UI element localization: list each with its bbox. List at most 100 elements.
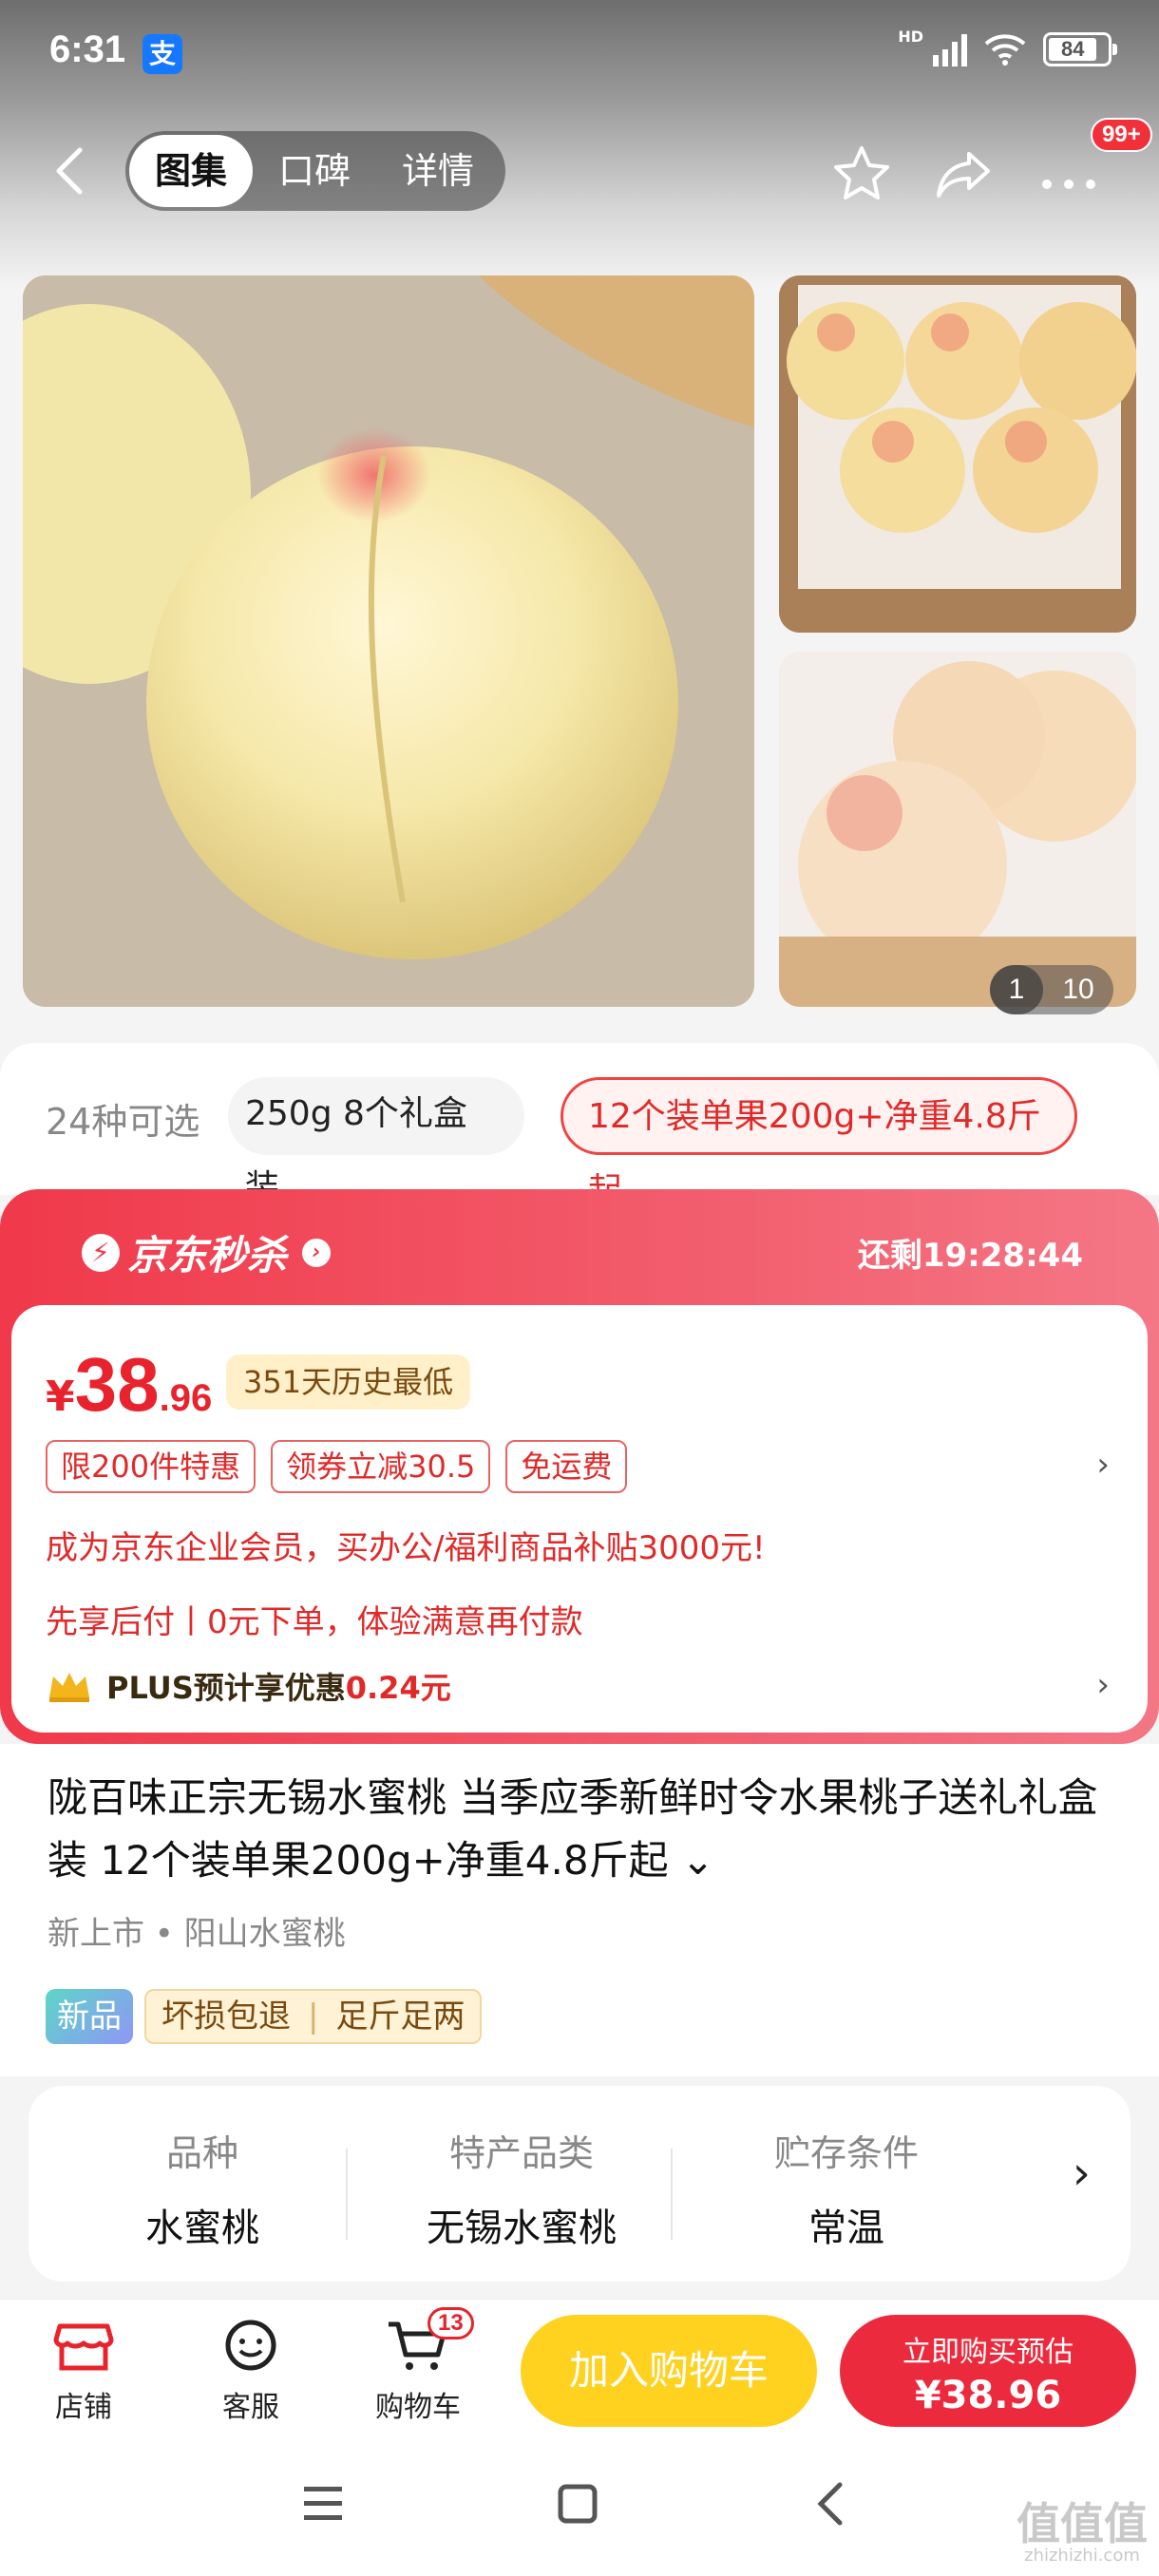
battery-icon: 84 [1043, 32, 1117, 66]
add-to-cart-button[interactable]: 加入购物车 [521, 2315, 817, 2427]
gallery-thumbnail-box[interactable] [779, 275, 1136, 633]
variant-selector: 24种可选 250g 8个礼盒装 12个装单果200g+净重4.8斤起 [0, 1043, 1159, 1210]
divider: | [308, 1998, 319, 2036]
main-product-image[interactable] [23, 275, 754, 1007]
top-nav: 图集 口碑 详情 99+ [0, 118, 1159, 218]
share-icon[interactable] [931, 141, 998, 207]
signal-icon [933, 32, 967, 66]
history-low-tag: 351天历史最低 [226, 1354, 471, 1410]
price: ¥38.96 [46, 1341, 212, 1429]
section-tabs: 图集 口碑 详情 [125, 131, 505, 211]
crown-icon [49, 1673, 89, 1702]
attribute-key: 特产品类 [448, 2132, 594, 2174]
back-icon[interactable] [811, 2479, 849, 2529]
pager-current: 1 [990, 965, 1043, 1014]
flash-sale-logo[interactable]: ⚡ 京东秒杀 › [82, 1223, 332, 1281]
customer-service-button[interactable]: 客服 [194, 2317, 308, 2425]
service-guarantee[interactable]: 坏损包退 | 足斤足两 [144, 1989, 483, 2044]
plus-amount: 0.24元 [345, 1670, 451, 1706]
attribute-value: 常温 [808, 2207, 884, 2250]
buy-now-button[interactable]: 立即购买预估 ¥38.96 [840, 2315, 1136, 2427]
customer-service-label: 客服 [222, 2391, 279, 2424]
price-symbol: ¥ [46, 1373, 75, 1421]
price-card: ¥38.96 351天历史最低 限200件特惠 领券立减30.5 免运费 › 成… [11, 1305, 1148, 1733]
gallery-pager: 1 10 [990, 965, 1113, 1014]
enterprise-promo[interactable]: 成为京东企业会员，买办公/福利商品补贴3000元! [46, 1522, 766, 1568]
tab-reviews[interactable]: 口碑 [253, 135, 376, 207]
product-title-text: 陇百味正宗无锡水蜜桃 当季应季新鲜时令水果桃子送礼礼盒装 12个装单果200g+… [48, 1774, 1098, 1884]
star-icon[interactable] [828, 141, 895, 207]
back-arrow-icon[interactable] [48, 144, 95, 198]
flash-sale-title: 京东秒杀 [127, 1232, 288, 1279]
message-badge: 99+ [1091, 118, 1152, 152]
variant-option-selected[interactable]: 12个装单果200g+净重4.8斤起 [560, 1077, 1077, 1210]
promo-tags[interactable]: 限200件特惠 领券立减30.5 免运费 [46, 1440, 628, 1493]
watermark-text: 值值值 [1016, 2498, 1148, 2549]
status-time: 6:31 [49, 28, 126, 70]
attribute-value: 水蜜桃 [145, 2207, 259, 2250]
tab-details[interactable]: 详情 [376, 135, 500, 207]
new-badge: 新品 [46, 1989, 133, 2044]
lightning-icon: ⚡ [82, 1233, 120, 1272]
buy-now-label: 立即购买预估 [902, 2336, 1074, 2369]
price-integer: 38 [74, 1342, 160, 1427]
cart-count-badge: 13 [428, 2307, 474, 2339]
price-decimal: .96 [159, 1377, 213, 1419]
chevron-right-icon[interactable]: › [1096, 1666, 1110, 1704]
menu-icon[interactable] [300, 2483, 346, 2525]
status-bar: 6:31 支 HD 84 [0, 0, 1159, 104]
cart-label: 购物车 [375, 2391, 461, 2424]
store-icon [53, 2323, 114, 2371]
product-attributes[interactable]: 品种 水蜜桃 特产品类 无锡水蜜桃 贮存条件 常温 › [28, 2086, 1130, 2282]
chat-face-icon [225, 2320, 276, 2371]
attribute-variety: 品种 水蜜桃 [46, 2124, 359, 2252]
chevron-right-icon: › [302, 1238, 332, 1267]
peach-closeup-photo [779, 652, 1136, 1007]
system-nav-bar: 值值值 zhizhizhi.com [0, 2443, 1159, 2576]
store-button[interactable]: 店铺 [27, 2317, 141, 2425]
free-shipping-tag: 免运费 [505, 1440, 628, 1493]
attribute-value: 无锡水蜜桃 [427, 2207, 617, 2250]
battery-level: 84 [1049, 38, 1097, 61]
pager-total: 10 [1062, 974, 1094, 1005]
attribute-key: 品种 [165, 2132, 238, 2174]
countdown-timer: 还剩19:28:44 [857, 1237, 1083, 1275]
flash-sale-panel: ⚡ 京东秒杀 › 还剩19:28:44 ¥38.96 351天历史最低 限200… [0, 1189, 1159, 1744]
service-chips: 新品 坏损包退 | 足斤足两 [46, 1989, 483, 2044]
product-subtitle: 新上市 • 阳山水蜜桃 [48, 1915, 346, 1953]
attribute-key: 贮存条件 [773, 2132, 919, 2174]
attribute-category: 特产品类 无锡水蜜桃 [365, 2124, 678, 2252]
tab-gallery[interactable]: 图集 [129, 135, 253, 207]
watermark-url: zhizhizhi.com [1024, 2546, 1140, 2566]
chevron-right-icon[interactable]: › [1096, 1446, 1110, 1484]
alipay-icon: 支 [142, 34, 182, 74]
cart-button[interactable]: 购物车 13 [361, 2307, 475, 2425]
coupon-tag: 领券立减30.5 [271, 1440, 491, 1493]
plus-label: PLUS预计享优惠 [106, 1670, 346, 1706]
promo-tag: 限200件特惠 [46, 1440, 256, 1493]
more-icon[interactable] [1036, 141, 1102, 207]
product-title[interactable]: 陇百味正宗无锡水蜜桃 当季应季新鲜时令水果桃子送礼礼盒装 12个装单果200g+… [48, 1767, 1121, 1892]
bottom-action-bar: 店铺 客服 购物车 13 加入购物车 立即购买预估 ¥38.96 [0, 2299, 1159, 2443]
chevron-down-icon: ⌄ [680, 1837, 715, 1884]
status-indicators: HD 84 [898, 28, 1117, 66]
home-icon[interactable] [555, 2481, 600, 2527]
variant-count[interactable]: 24种可选 [46, 1092, 200, 1145]
product-info: 陇百味正宗无锡水蜜桃 当季应季新鲜时令水果桃子送礼礼盒装 12个装单果200g+… [0, 1744, 1159, 2076]
attribute-storage: 贮存条件 常温 [690, 2124, 1003, 2252]
gallery-thumbnail-peach[interactable] [779, 652, 1136, 1007]
plus-discount[interactable]: PLUS预计享优惠 0.24元 [46, 1664, 451, 1708]
divider [671, 2149, 673, 2240]
network-label: HD [898, 27, 923, 46]
variant-option[interactable]: 250g 8个礼盒装 [228, 1077, 524, 1207]
service-full-weight: 足斤足两 [335, 1998, 466, 2036]
peach-box-photo [779, 275, 1136, 633]
store-label: 店铺 [55, 2391, 112, 2424]
pay-later-promo[interactable]: 先享后付丨0元下单，体验满意再付款 [46, 1596, 583, 1642]
peach-main-photo [23, 275, 754, 1007]
service-damage-refund: 坏损包退 [162, 1998, 291, 2036]
wifi-icon [984, 34, 1026, 66]
chevron-right-icon[interactable]: › [1073, 2147, 1091, 2200]
buy-now-price: ¥38.96 [914, 2374, 1062, 2417]
divider [346, 2149, 348, 2240]
